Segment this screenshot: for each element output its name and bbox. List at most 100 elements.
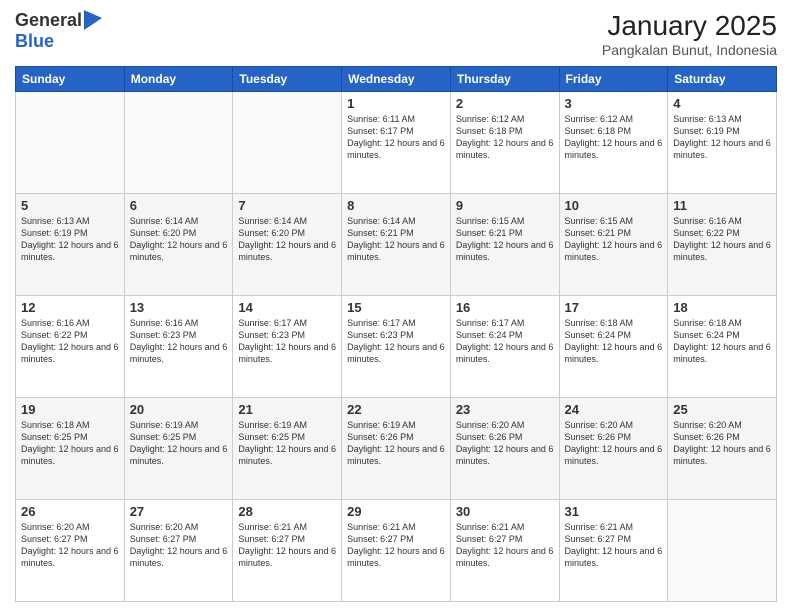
day-header-saturday: Saturday bbox=[668, 67, 777, 92]
week-row-1: 1 Sunrise: 6:11 AM Sunset: 6:17 PM Daylig… bbox=[16, 92, 777, 194]
calendar-cell: 31 Sunrise: 6:21 AM Sunset: 6:27 PM Dayli… bbox=[559, 500, 668, 602]
day-number: 14 bbox=[238, 300, 336, 315]
calendar-cell: 11 Sunrise: 6:16 AM Sunset: 6:22 PM Dayli… bbox=[668, 194, 777, 296]
cell-info: Sunrise: 6:15 AM Sunset: 6:21 PM Dayligh… bbox=[565, 215, 663, 264]
cell-info: Sunrise: 6:17 AM Sunset: 6:23 PM Dayligh… bbox=[347, 317, 445, 366]
cell-info: Sunrise: 6:21 AM Sunset: 6:27 PM Dayligh… bbox=[456, 521, 554, 570]
day-number: 19 bbox=[21, 402, 119, 417]
day-number: 2 bbox=[456, 96, 554, 111]
week-row-5: 26 Sunrise: 6:20 AM Sunset: 6:27 PM Dayli… bbox=[16, 500, 777, 602]
page: General Blue January 2025 Pangkalan Bunu… bbox=[0, 0, 792, 612]
calendar-cell: 7Sunrise: 6:14 AM Sunset: 6:20 PM Daylig… bbox=[233, 194, 342, 296]
cell-info: Sunrise: 6:13 AM Sunset: 6:19 PM Dayligh… bbox=[673, 113, 771, 162]
calendar-cell: 12 Sunrise: 6:16 AM Sunset: 6:22 PM Dayli… bbox=[16, 296, 125, 398]
calendar-cell bbox=[233, 92, 342, 194]
cell-info: Sunrise: 6:12 AM Sunset: 6:18 PM Dayligh… bbox=[565, 113, 663, 162]
day-number: 1 bbox=[347, 96, 445, 111]
day-number: 21 bbox=[238, 402, 336, 417]
calendar-cell: 30 Sunrise: 6:21 AM Sunset: 6:27 PM Dayli… bbox=[450, 500, 559, 602]
cell-info: Sunrise: 6:18 AM Sunset: 6:25 PM Dayligh… bbox=[21, 419, 119, 468]
calendar-cell: 8Sunrise: 6:14 AM Sunset: 6:21 PM Daylig… bbox=[342, 194, 451, 296]
calendar-cell: 17Sunrise: 6:18 AM Sunset: 6:24 PM Dayli… bbox=[559, 296, 668, 398]
week-row-2: 5 Sunrise: 6:13 AM Sunset: 6:19 PM Daylig… bbox=[16, 194, 777, 296]
calendar-cell: 26 Sunrise: 6:20 AM Sunset: 6:27 PM Dayli… bbox=[16, 500, 125, 602]
week-row-4: 19 Sunrise: 6:18 AM Sunset: 6:25 PM Dayli… bbox=[16, 398, 777, 500]
cell-info: Sunrise: 6:16 AM Sunset: 6:22 PM Dayligh… bbox=[673, 215, 771, 264]
day-number: 5 bbox=[21, 198, 119, 213]
day-number: 23 bbox=[456, 402, 554, 417]
calendar-cell: 23 Sunrise: 6:20 AM Sunset: 6:26 PM Dayli… bbox=[450, 398, 559, 500]
calendar-cell: 20Sunrise: 6:19 AM Sunset: 6:25 PM Dayli… bbox=[124, 398, 233, 500]
day-header-monday: Monday bbox=[124, 67, 233, 92]
cell-info: Sunrise: 6:16 AM Sunset: 6:22 PM Dayligh… bbox=[21, 317, 119, 366]
cell-info: Sunrise: 6:20 AM Sunset: 6:26 PM Dayligh… bbox=[673, 419, 771, 468]
calendar-cell bbox=[668, 500, 777, 602]
day-number: 7 bbox=[238, 198, 336, 213]
day-header-sunday: Sunday bbox=[16, 67, 125, 92]
day-number: 10 bbox=[565, 198, 663, 213]
cell-info: Sunrise: 6:17 AM Sunset: 6:23 PM Dayligh… bbox=[238, 317, 336, 366]
calendar-cell: 13 Sunrise: 6:16 AM Sunset: 6:23 PM Dayli… bbox=[124, 296, 233, 398]
calendar-cell: 24Sunrise: 6:20 AM Sunset: 6:26 PM Dayli… bbox=[559, 398, 668, 500]
day-number: 20 bbox=[130, 402, 228, 417]
day-number: 16 bbox=[456, 300, 554, 315]
day-number: 27 bbox=[130, 504, 228, 519]
day-number: 6 bbox=[130, 198, 228, 213]
calendar-table: SundayMondayTuesdayWednesdayThursdayFrid… bbox=[15, 66, 777, 602]
cell-info: Sunrise: 6:20 AM Sunset: 6:27 PM Dayligh… bbox=[21, 521, 119, 570]
logo-icon bbox=[84, 10, 102, 30]
calendar-cell: 25 Sunrise: 6:20 AM Sunset: 6:26 PM Dayli… bbox=[668, 398, 777, 500]
day-number: 11 bbox=[673, 198, 771, 213]
cell-info: Sunrise: 6:21 AM Sunset: 6:27 PM Dayligh… bbox=[347, 521, 445, 570]
cell-info: Sunrise: 6:14 AM Sunset: 6:21 PM Dayligh… bbox=[347, 215, 445, 264]
calendar-cell: 21 Sunrise: 6:19 AM Sunset: 6:25 PM Dayli… bbox=[233, 398, 342, 500]
day-number: 22 bbox=[347, 402, 445, 417]
cell-info: Sunrise: 6:12 AM Sunset: 6:18 PM Dayligh… bbox=[456, 113, 554, 162]
day-number: 29 bbox=[347, 504, 445, 519]
cell-info: Sunrise: 6:13 AM Sunset: 6:19 PM Dayligh… bbox=[21, 215, 119, 264]
cell-info: Sunrise: 6:21 AM Sunset: 6:27 PM Dayligh… bbox=[565, 521, 663, 570]
day-header-wednesday: Wednesday bbox=[342, 67, 451, 92]
day-number: 13 bbox=[130, 300, 228, 315]
day-number: 4 bbox=[673, 96, 771, 111]
day-number: 25 bbox=[673, 402, 771, 417]
day-number: 26 bbox=[21, 504, 119, 519]
calendar-cell: 27Sunrise: 6:20 AM Sunset: 6:27 PM Dayli… bbox=[124, 500, 233, 602]
calendar-cell bbox=[16, 92, 125, 194]
calendar-subtitle: Pangkalan Bunut, Indonesia bbox=[602, 42, 777, 58]
day-header-thursday: Thursday bbox=[450, 67, 559, 92]
cell-info: Sunrise: 6:14 AM Sunset: 6:20 PM Dayligh… bbox=[130, 215, 228, 264]
cell-info: Sunrise: 6:20 AM Sunset: 6:26 PM Dayligh… bbox=[456, 419, 554, 468]
cell-info: Sunrise: 6:21 AM Sunset: 6:27 PM Dayligh… bbox=[238, 521, 336, 570]
day-header-tuesday: Tuesday bbox=[233, 67, 342, 92]
day-number: 30 bbox=[456, 504, 554, 519]
day-number: 18 bbox=[673, 300, 771, 315]
calendar-cell: 9Sunrise: 6:15 AM Sunset: 6:21 PM Daylig… bbox=[450, 194, 559, 296]
calendar-cell: 10 Sunrise: 6:15 AM Sunset: 6:21 PM Dayli… bbox=[559, 194, 668, 296]
day-number: 3 bbox=[565, 96, 663, 111]
calendar-title: January 2025 bbox=[602, 10, 777, 42]
calendar-cell: 22 Sunrise: 6:19 AM Sunset: 6:26 PM Dayli… bbox=[342, 398, 451, 500]
cell-info: Sunrise: 6:18 AM Sunset: 6:24 PM Dayligh… bbox=[673, 317, 771, 366]
calendar-cell: 5 Sunrise: 6:13 AM Sunset: 6:19 PM Daylig… bbox=[16, 194, 125, 296]
calendar-cell: 28 Sunrise: 6:21 AM Sunset: 6:27 PM Dayli… bbox=[233, 500, 342, 602]
calendar-cell: 4 Sunrise: 6:13 AM Sunset: 6:19 PM Daylig… bbox=[668, 92, 777, 194]
day-number: 31 bbox=[565, 504, 663, 519]
calendar-cell: 1 Sunrise: 6:11 AM Sunset: 6:17 PM Daylig… bbox=[342, 92, 451, 194]
calendar-cell: 15Sunrise: 6:17 AM Sunset: 6:23 PM Dayli… bbox=[342, 296, 451, 398]
calendar-cell: 19 Sunrise: 6:18 AM Sunset: 6:25 PM Dayli… bbox=[16, 398, 125, 500]
calendar-cell: 6 Sunrise: 6:14 AM Sunset: 6:20 PM Daylig… bbox=[124, 194, 233, 296]
cell-info: Sunrise: 6:19 AM Sunset: 6:26 PM Dayligh… bbox=[347, 419, 445, 468]
header: General Blue January 2025 Pangkalan Bunu… bbox=[15, 10, 777, 58]
calendar-cell: 29 Sunrise: 6:21 AM Sunset: 6:27 PM Dayli… bbox=[342, 500, 451, 602]
calendar-cell: 3 Sunrise: 6:12 AM Sunset: 6:18 PM Daylig… bbox=[559, 92, 668, 194]
day-number: 12 bbox=[21, 300, 119, 315]
cell-info: Sunrise: 6:19 AM Sunset: 6:25 PM Dayligh… bbox=[238, 419, 336, 468]
calendar-cell: 18 Sunrise: 6:18 AM Sunset: 6:24 PM Dayli… bbox=[668, 296, 777, 398]
cell-info: Sunrise: 6:16 AM Sunset: 6:23 PM Dayligh… bbox=[130, 317, 228, 366]
cell-info: Sunrise: 6:11 AM Sunset: 6:17 PM Dayligh… bbox=[347, 113, 445, 162]
calendar-cell bbox=[124, 92, 233, 194]
day-number: 28 bbox=[238, 504, 336, 519]
header-right: January 2025 Pangkalan Bunut, Indonesia bbox=[602, 10, 777, 58]
cell-info: Sunrise: 6:15 AM Sunset: 6:21 PM Dayligh… bbox=[456, 215, 554, 264]
